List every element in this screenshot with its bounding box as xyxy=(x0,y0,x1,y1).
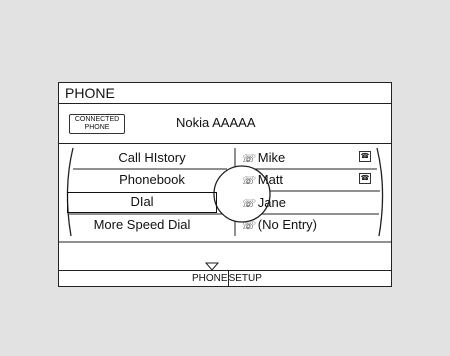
speed-dial-item[interactable]: ☏ Mike ☎ xyxy=(241,147,371,168)
speed-dial-item[interactable]: ☏ (No Entry) xyxy=(241,214,371,235)
speed-dial-name: Mike xyxy=(257,150,286,165)
footer-label-right: SETUP xyxy=(228,273,262,284)
phone-screen: PHONE CONNECTED PHONE Nokia AAAAA Call H… xyxy=(58,82,392,287)
phone-setup-bar[interactable]: PHONESETUP xyxy=(59,270,391,286)
menu-item-label: Call HIstory xyxy=(118,150,186,165)
menu-item-label: DIal xyxy=(130,194,154,209)
footer-label-left: PHONE xyxy=(192,273,228,284)
page-title: PHONE xyxy=(59,83,391,104)
speed-dial-name: Matt xyxy=(257,172,284,187)
phone-menu: Call HIstory Phonebook DIal More Speed D… xyxy=(59,144,391,272)
phone-setup-label: PHONESETUP xyxy=(192,271,262,286)
speed-dial-item[interactable]: ☏ Jane xyxy=(241,192,371,213)
badge-line-2: PHONE xyxy=(84,124,110,131)
menu-item-call-history[interactable]: Call HIstory xyxy=(77,147,227,168)
handset-icon: ☏ xyxy=(241,198,255,210)
speed-dial-item[interactable]: ☏ Matt ☎ xyxy=(241,169,371,190)
menu-item-more-speed-dial[interactable]: More Speed Dial xyxy=(67,214,217,235)
contact-card-icon: ☎ xyxy=(359,151,371,162)
speed-dial-name: Jane xyxy=(257,195,286,210)
connected-phone-badge: CONNECTED PHONE xyxy=(69,114,125,134)
connected-phone-row: CONNECTED PHONE Nokia AAAAA xyxy=(59,104,391,144)
menu-item-label: More Speed Dial xyxy=(93,217,191,232)
menu-item-dial[interactable]: DIal xyxy=(67,192,217,213)
handset-icon: ☏ xyxy=(241,220,255,232)
handset-icon: ☏ xyxy=(241,175,255,187)
contact-card-icon: ☎ xyxy=(359,173,371,184)
menu-item-phonebook[interactable]: Phonebook xyxy=(77,169,227,190)
menu-item-label: Phonebook xyxy=(119,172,185,187)
device-name: Nokia AAAAA xyxy=(176,115,256,130)
speed-dial-name: (No Entry) xyxy=(257,217,317,232)
badge-line-1: CONNECTED xyxy=(74,116,120,123)
handset-icon: ☏ xyxy=(241,153,255,165)
